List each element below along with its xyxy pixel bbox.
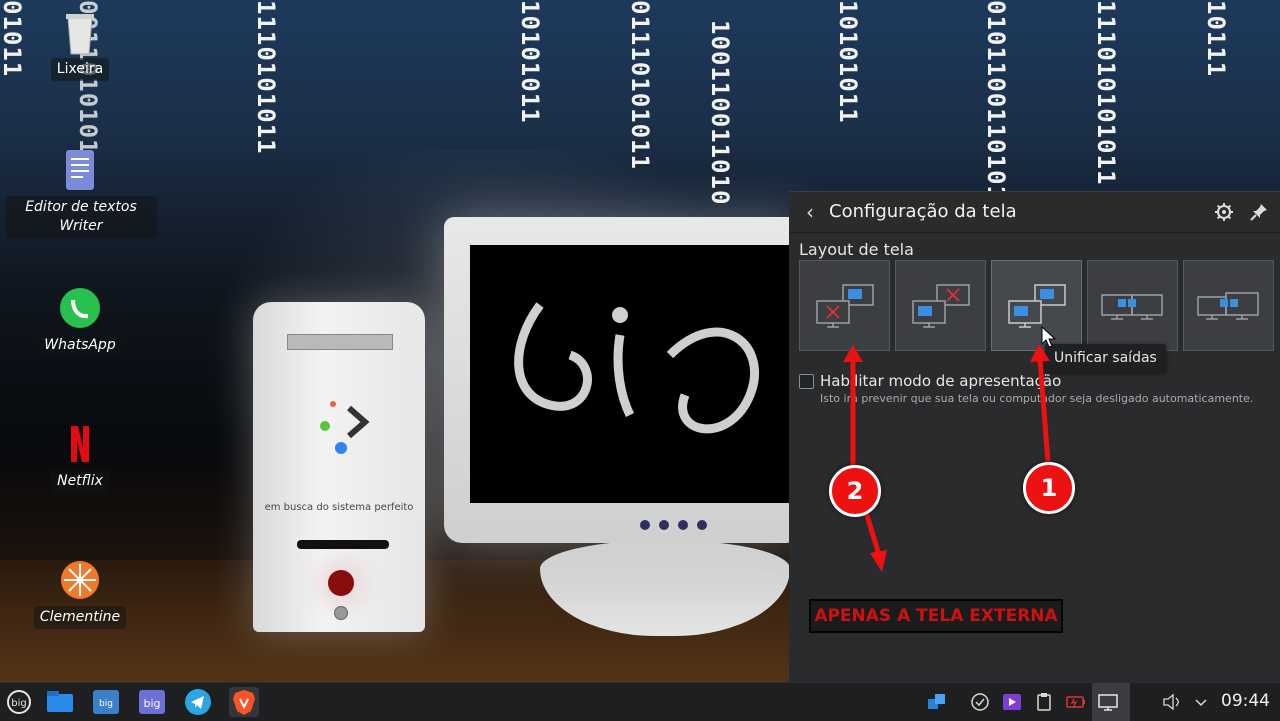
layout-section-label: Layout de tela <box>799 240 914 259</box>
media-player-icon <box>1003 694 1021 710</box>
desktop-icon-whatsapp[interactable]: WhatsApp <box>5 286 155 357</box>
trash-icon <box>58 10 102 55</box>
desktop-icon-netflix[interactable]: Netflix <box>5 422 155 493</box>
brave-icon <box>233 690 255 715</box>
tower-led <box>334 606 348 620</box>
taskbar-clock[interactable]: 09:44 <box>1221 691 1270 711</box>
desktop-icon-label: Editor de textos Writer <box>5 196 157 238</box>
header-divider <box>789 232 1280 233</box>
taskbar-brave-button[interactable] <box>229 687 259 717</box>
clipboard-icon <box>1037 693 1051 711</box>
dropbox-icon <box>928 694 945 709</box>
tooltip-unify-outputs: Unificar saídas <box>1045 344 1166 372</box>
wallpaper-binary-column: 10111 <box>1202 0 1230 78</box>
layout-unify-icon <box>1008 284 1066 328</box>
volume-icon <box>1163 693 1179 711</box>
annotation-badge-1: 1 <box>1023 462 1075 514</box>
big-swirl-logo-icon <box>514 302 759 434</box>
wallpaper-binary-column: 01110101011 <box>626 0 654 170</box>
tower-caption: em busca do sistema perfeito <box>264 502 414 513</box>
layout-external-only-button[interactable] <box>799 260 890 351</box>
tray-battery[interactable] <box>1065 691 1087 713</box>
big-store-icon: big <box>93 690 119 714</box>
back-button[interactable]: ‹ <box>799 200 821 224</box>
whatsapp-icon <box>58 286 102 330</box>
desktop-icon-clementine[interactable]: Clementine <box>5 558 155 629</box>
chevron-left-icon: ‹ <box>806 200 814 224</box>
taskbar-telegram-button[interactable] <box>183 687 213 717</box>
annotation-badge-2: 2 <box>829 465 881 517</box>
layout-extend-left-icon <box>1101 294 1163 320</box>
taskbar-control-button[interactable]: big <box>137 687 167 717</box>
mouse-cursor-icon <box>1041 326 1057 348</box>
tray-updates[interactable] <box>969 691 991 713</box>
writer-document-icon <box>58 148 102 192</box>
tray-dropbox[interactable] <box>926 691 948 713</box>
big-logo-icon <box>320 401 370 454</box>
desktop-icon-label: Clementine <box>33 606 127 629</box>
big-launcher-icon: big <box>7 690 31 714</box>
netflix-icon <box>58 422 102 466</box>
taskbar-launcher-button[interactable]: big <box>4 687 34 717</box>
presentation-mode-checkbox[interactable] <box>799 374 814 389</box>
desktop-icon-label: Netflix <box>51 470 109 493</box>
presentation-mode-hint: Isto irá prevenir que sua tela ou comput… <box>820 392 1254 405</box>
tray-clipboard[interactable] <box>1033 691 1055 713</box>
wallpaper-binary-column: 100110011010 <box>706 20 734 206</box>
pin-icon <box>1250 204 1267 221</box>
wallpaper-binary-column: 1110101011 <box>252 0 280 155</box>
file-manager-icon <box>47 691 73 712</box>
monitor-buttons <box>640 515 716 534</box>
telegram-icon <box>185 689 211 715</box>
display-icon <box>1098 694 1118 711</box>
taskbar-store-button[interactable]: big <box>91 687 121 717</box>
svg-text:big: big <box>11 698 26 709</box>
desktop-icon-label: WhatsApp <box>38 334 122 357</box>
presentation-mode-label[interactable]: Habilitar modo de apresentação <box>820 372 1061 390</box>
chevron-up-icon <box>1195 699 1207 707</box>
wallpaper-binary-column: 10101011 <box>516 0 544 124</box>
wallpaper-monitor <box>444 217 804 543</box>
gear-icon <box>1215 203 1233 221</box>
taskbar-file-manager-button[interactable] <box>45 687 75 717</box>
pin-button[interactable] <box>1248 201 1270 223</box>
clementine-icon <box>58 558 102 602</box>
display-config-panel: ‹ Configuração da tela Layout de tela Ha… <box>789 191 1280 683</box>
panel-header: ‹ Configuração da tela <box>789 192 1280 232</box>
tray-expand[interactable] <box>1190 691 1212 713</box>
monitor-screen <box>470 245 796 503</box>
settings-button[interactable] <box>1213 201 1235 223</box>
svg-text:big: big <box>143 697 160 710</box>
tower-disc-slot <box>297 540 389 549</box>
check-circle-icon <box>971 693 989 711</box>
tower-drive-bay <box>287 334 393 350</box>
desktop-icon-label: Lixeira <box>50 58 110 81</box>
wallpaper-computer-tower: em busca do sistema perfeito <box>253 302 425 632</box>
wallpaper-binary-column: 10101011 <box>834 0 862 124</box>
tray-media-player[interactable] <box>1001 691 1023 713</box>
layout-internal-only-button[interactable] <box>895 260 986 351</box>
annotation-external-only-label: APENAS A TELA EXTERNA <box>809 599 1063 633</box>
layout-extend-left-button[interactable] <box>1087 260 1178 351</box>
big-control-icon: big <box>139 690 165 714</box>
layout-external-only-icon <box>816 284 874 328</box>
layout-extend-right-icon <box>1197 292 1259 320</box>
taskbar: big big big 09:44 <box>0 682 1280 721</box>
desktop-icon-trash[interactable]: Lixeira <box>5 10 155 81</box>
layout-unify-button[interactable] <box>991 260 1082 351</box>
svg-text:big: big <box>99 699 113 709</box>
tray-display[interactable] <box>1097 691 1119 713</box>
layout-extend-right-button[interactable] <box>1183 260 1274 351</box>
wallpaper-binary-column: 01011001101010 <box>982 0 1010 217</box>
battery-icon <box>1066 696 1085 708</box>
desktop-icon-writer[interactable]: Editor de textos Writer <box>5 148 157 238</box>
wallpaper-binary-column: 111010101011 <box>1092 0 1120 186</box>
panel-title: Configuração da tela <box>829 201 1017 222</box>
tray-volume[interactable] <box>1161 691 1183 713</box>
layout-internal-only-icon <box>912 284 970 328</box>
tower-power-button <box>328 570 354 596</box>
